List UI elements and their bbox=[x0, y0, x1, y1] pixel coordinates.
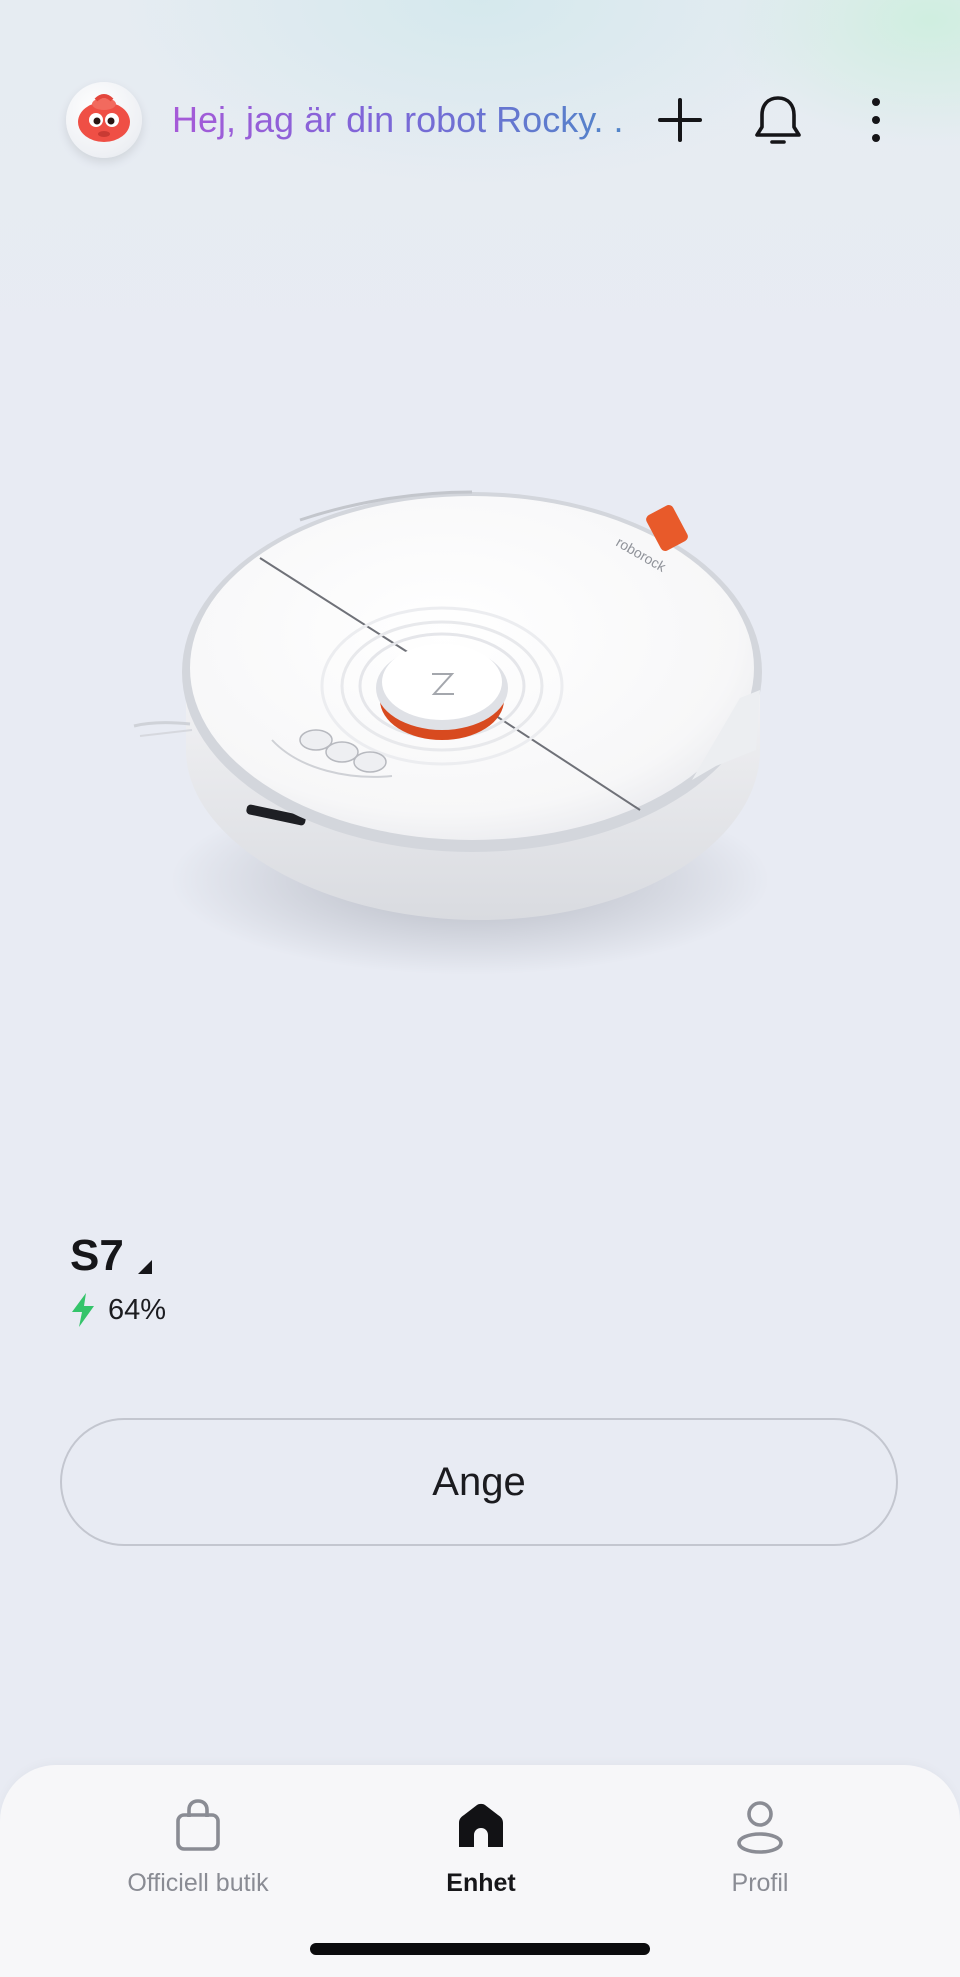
shopping-bag-icon bbox=[176, 1799, 220, 1851]
nav-item-device[interactable]: Enhet bbox=[361, 1795, 601, 1915]
greeting-text[interactable]: Hej, jag är din robot Rocky. . bbox=[172, 96, 632, 144]
more-vertical-icon bbox=[872, 98, 880, 142]
nav-item-official-store[interactable]: Officiell butik bbox=[78, 1795, 318, 1915]
battery-level: 64% bbox=[108, 1293, 167, 1326]
nav-item-profile[interactable]: Profil bbox=[640, 1795, 880, 1915]
nav-label-profile: Profil bbox=[731, 1869, 789, 1897]
home-icon bbox=[459, 1803, 503, 1847]
battery-status: 64% bbox=[70, 1290, 166, 1330]
nav-label-device: Enhet bbox=[446, 1869, 516, 1897]
device-name: S7 bbox=[70, 1231, 124, 1280]
more-menu-button[interactable] bbox=[836, 80, 916, 160]
bell-icon bbox=[755, 96, 801, 144]
plus-icon bbox=[658, 98, 702, 142]
signal-icon bbox=[137, 1260, 152, 1274]
notifications-button[interactable] bbox=[738, 80, 818, 160]
robot-mascot-icon[interactable] bbox=[66, 82, 142, 158]
robot-vacuum-image[interactable]: roborock bbox=[120, 450, 800, 1010]
lightning-bolt-icon bbox=[72, 1293, 94, 1327]
background-gradient bbox=[0, 0, 960, 420]
home-indicator[interactable] bbox=[310, 1943, 650, 1955]
person-icon bbox=[737, 1801, 783, 1854]
device-name-row[interactable]: S7 bbox=[70, 1228, 154, 1284]
top-header: Hej, jag är din robot Rocky. . bbox=[0, 80, 960, 160]
nav-label-official-store: Officiell butik bbox=[127, 1869, 269, 1897]
enter-device-button[interactable]: Ange bbox=[60, 1418, 898, 1546]
add-device-button[interactable] bbox=[640, 80, 720, 160]
